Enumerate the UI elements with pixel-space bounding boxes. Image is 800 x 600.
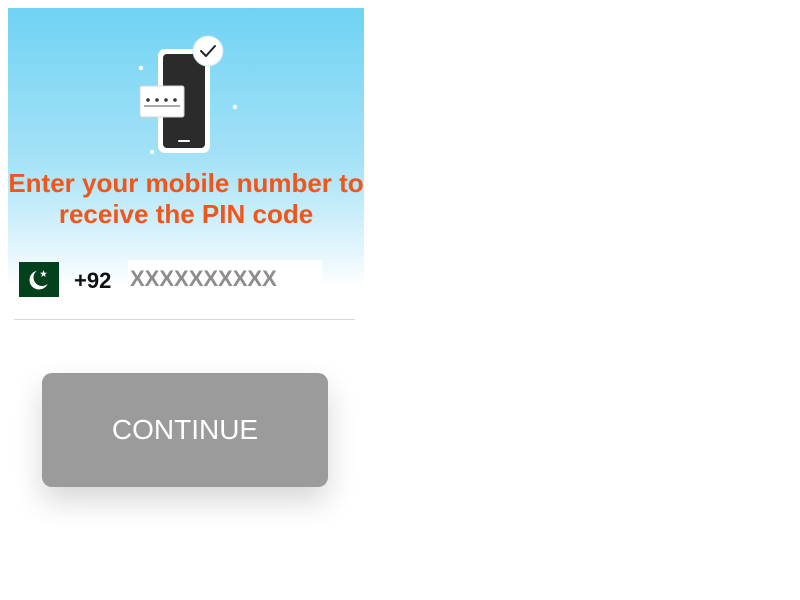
country-dial-code: +92: [74, 268, 112, 293]
continue-button[interactable]: CONTINUE: [42, 373, 328, 487]
phone-number-row: +92: [14, 258, 356, 320]
hero-panel: [8, 8, 364, 288]
checkmark-icon: [192, 35, 224, 67]
phone-pin-verification-icon: [138, 34, 248, 158]
input-divider: [14, 319, 355, 320]
mobile-number-input[interactable]: [128, 260, 322, 298]
pakistan-flag-icon: [19, 262, 59, 297]
title-line-1: Enter your mobile number to: [8, 168, 364, 198]
title-line-2: receive the PIN code: [58, 199, 314, 229]
page-title: Enter your mobile number to receive the …: [0, 168, 372, 230]
